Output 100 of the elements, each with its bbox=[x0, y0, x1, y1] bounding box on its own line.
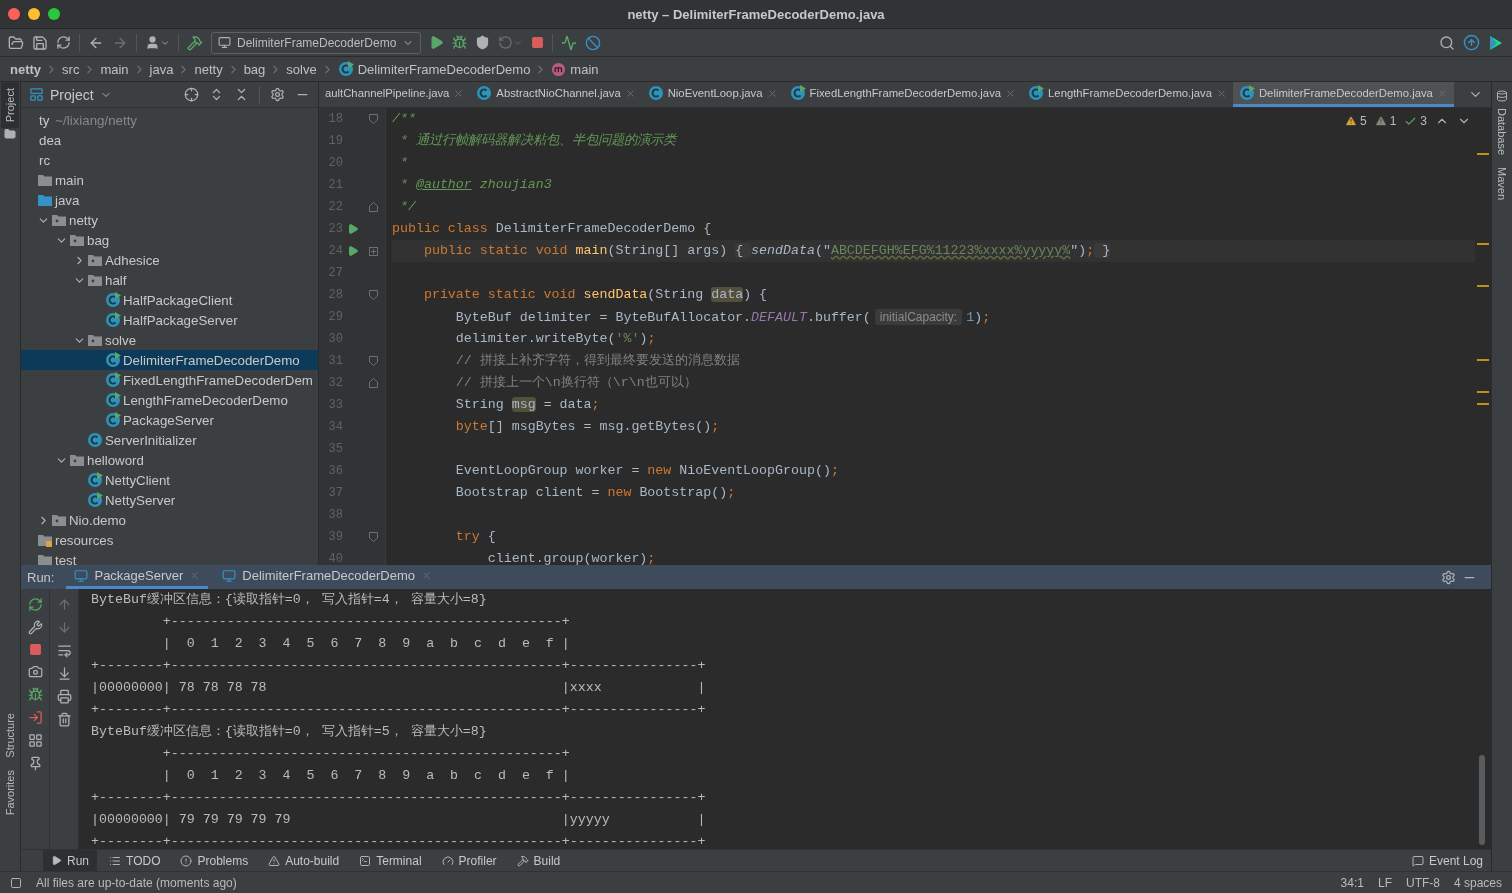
sync-icon[interactable] bbox=[56, 35, 71, 50]
debug-icon[interactable] bbox=[452, 35, 468, 50]
breadcrumb-item[interactable]: bag bbox=[243, 61, 266, 77]
process-tab[interactable]: DelimiterFrameDecoderDemo bbox=[214, 565, 440, 589]
run-gutter-icon[interactable] bbox=[347, 245, 359, 257]
zoom-button[interactable] bbox=[48, 8, 60, 20]
tool-window-tab[interactable]: Problems bbox=[172, 850, 257, 871]
status-item[interactable]: 34:1 bbox=[1340, 875, 1364, 890]
tool-window-tab[interactable]: Favorites bbox=[1, 763, 19, 821]
breadcrumb-item[interactable]: netty bbox=[194, 61, 223, 77]
bug-icon[interactable] bbox=[27, 687, 43, 702]
editor-tab[interactable]: FixedLengthFrameDecoderDemo.java bbox=[783, 82, 1023, 107]
fold-marker-icon[interactable] bbox=[368, 378, 378, 388]
trash-icon[interactable] bbox=[56, 712, 72, 727]
pin-icon[interactable] bbox=[27, 756, 43, 771]
status-item[interactable]: UTF-8 bbox=[1405, 875, 1440, 890]
tree-row[interactable]: FixedLengthFrameDecoderDem bbox=[21, 370, 318, 390]
wrench-icon[interactable] bbox=[27, 620, 43, 635]
editor-tab[interactable]: DelimiterFrameDecoderDemo.java bbox=[1232, 82, 1454, 107]
breadcrumb-item[interactable]: DelimiterFrameDecoderDemo bbox=[357, 61, 531, 77]
tree-row[interactable]: NettyServer bbox=[21, 490, 318, 510]
fold-marker-icon[interactable] bbox=[368, 532, 378, 542]
tree-row[interactable]: Nio.demo bbox=[21, 510, 318, 530]
breadcrumb-item[interactable]: netty bbox=[10, 61, 42, 77]
tree-row[interactable]: main bbox=[21, 170, 318, 190]
plugin-logo-icon[interactable] bbox=[1488, 34, 1504, 51]
breadcrumb-item[interactable]: java bbox=[149, 61, 174, 77]
layout-icon[interactable] bbox=[27, 733, 43, 748]
hammer-icon[interactable] bbox=[187, 34, 203, 51]
tree-row[interactable]: resources bbox=[21, 530, 318, 550]
tree-row[interactable]: PackageServer bbox=[21, 410, 318, 430]
tree-row[interactable]: DelimiterFrameDecoderDemo bbox=[21, 350, 318, 370]
tree-row[interactable]: HalfPackageClient bbox=[21, 290, 318, 310]
close-icon[interactable] bbox=[624, 87, 636, 99]
tool-window-tab[interactable]: Project bbox=[1, 82, 19, 129]
scrollbar[interactable] bbox=[1479, 755, 1485, 845]
camera-icon[interactable] bbox=[27, 664, 43, 679]
tool-window-tab[interactable]: Run bbox=[43, 850, 97, 871]
tree-row[interactable]: ty ~/lixiang/netty bbox=[21, 110, 318, 130]
tree-row[interactable]: java bbox=[21, 190, 318, 210]
editor-tab[interactable]: AbstractNioChannel.java bbox=[470, 82, 642, 107]
fold-marker-icon[interactable] bbox=[368, 202, 378, 212]
tree-row[interactable]: bag bbox=[21, 230, 318, 250]
down-arrow-icon[interactable] bbox=[56, 620, 72, 635]
activity-monitor-icon[interactable] bbox=[561, 34, 578, 51]
tool-window-tab[interactable]: Profiler bbox=[433, 850, 505, 871]
project-view-dropdown[interactable]: Project bbox=[29, 86, 112, 103]
print-icon[interactable] bbox=[56, 689, 72, 704]
database-icon[interactable] bbox=[1496, 90, 1508, 102]
tree-row[interactable]: NettyClient bbox=[21, 470, 318, 490]
tool-window-tab[interactable]: Database bbox=[1496, 102, 1508, 162]
coverage-icon[interactable] bbox=[475, 35, 491, 50]
tree-row[interactable]: dea bbox=[21, 130, 318, 150]
update-icon[interactable] bbox=[1463, 34, 1480, 51]
close-icon[interactable] bbox=[453, 87, 465, 99]
soft-wrap-icon[interactable] bbox=[56, 643, 72, 658]
fold-marker-icon[interactable] bbox=[368, 290, 378, 300]
breadcrumb-item[interactable]: src bbox=[62, 61, 80, 77]
close-icon[interactable] bbox=[1005, 87, 1017, 99]
editor-tab[interactable]: NioEventLoop.java bbox=[641, 82, 784, 107]
stop-icon[interactable] bbox=[531, 36, 545, 49]
rerun-icon[interactable] bbox=[27, 597, 43, 612]
run-gutter-icon[interactable] bbox=[347, 223, 359, 235]
settings-icon[interactable] bbox=[270, 87, 285, 102]
tree-row[interactable]: Adhesice bbox=[21, 250, 318, 270]
tree-row[interactable]: HalfPackageServer bbox=[21, 310, 318, 330]
stop-icon[interactable] bbox=[28, 643, 42, 656]
search-icon[interactable] bbox=[1439, 34, 1455, 51]
tool-window-tab[interactable]: Build bbox=[508, 850, 569, 871]
tool-window-tab[interactable]: Auto-build bbox=[260, 850, 348, 871]
panel-toggle-icon[interactable] bbox=[10, 876, 22, 889]
tree-row[interactable]: LengthFrameDecoderDemo bbox=[21, 390, 318, 410]
tool-window-tab[interactable]: TODO bbox=[101, 850, 169, 871]
breadcrumb-item[interactable]: main bbox=[570, 61, 599, 77]
run-configuration-dropdown[interactable]: DelimiterFrameDecoderDemo bbox=[211, 31, 422, 54]
event-log-tab[interactable]: Event Log bbox=[1403, 850, 1491, 871]
breadcrumb-item[interactable]: main bbox=[100, 61, 129, 77]
locate-icon[interactable] bbox=[184, 87, 199, 102]
editor-tab[interactable]: LengthFrameDecoderDemo.java bbox=[1022, 82, 1233, 107]
exit-icon[interactable] bbox=[27, 710, 43, 725]
fold-marker-icon[interactable] bbox=[368, 114, 378, 124]
breadcrumb-item[interactable]: solve bbox=[286, 61, 317, 77]
no-entry-icon[interactable] bbox=[585, 34, 602, 51]
run-icon[interactable] bbox=[429, 35, 445, 50]
save-icon[interactable] bbox=[32, 34, 48, 51]
tree-row[interactable]: ServerInitializer bbox=[21, 430, 318, 450]
close-button[interactable] bbox=[8, 8, 20, 20]
tree-row[interactable]: solve bbox=[21, 330, 318, 350]
tree-row[interactable]: netty bbox=[21, 210, 318, 230]
tool-window-tab[interactable]: Maven bbox=[1496, 161, 1508, 207]
close-icon[interactable] bbox=[766, 87, 778, 99]
up-arrow-icon[interactable] bbox=[56, 597, 72, 612]
tree-row[interactable]: half bbox=[21, 270, 318, 290]
user-icon[interactable] bbox=[145, 35, 170, 50]
tool-window-tab[interactable]: Terminal bbox=[351, 850, 430, 871]
minimize-button[interactable] bbox=[28, 8, 40, 20]
status-item[interactable]: LF bbox=[1377, 875, 1392, 890]
expand-fold-icon[interactable] bbox=[368, 246, 378, 256]
tree-row[interactable]: helloword bbox=[21, 450, 318, 470]
tree-row[interactable]: rc bbox=[21, 150, 318, 170]
